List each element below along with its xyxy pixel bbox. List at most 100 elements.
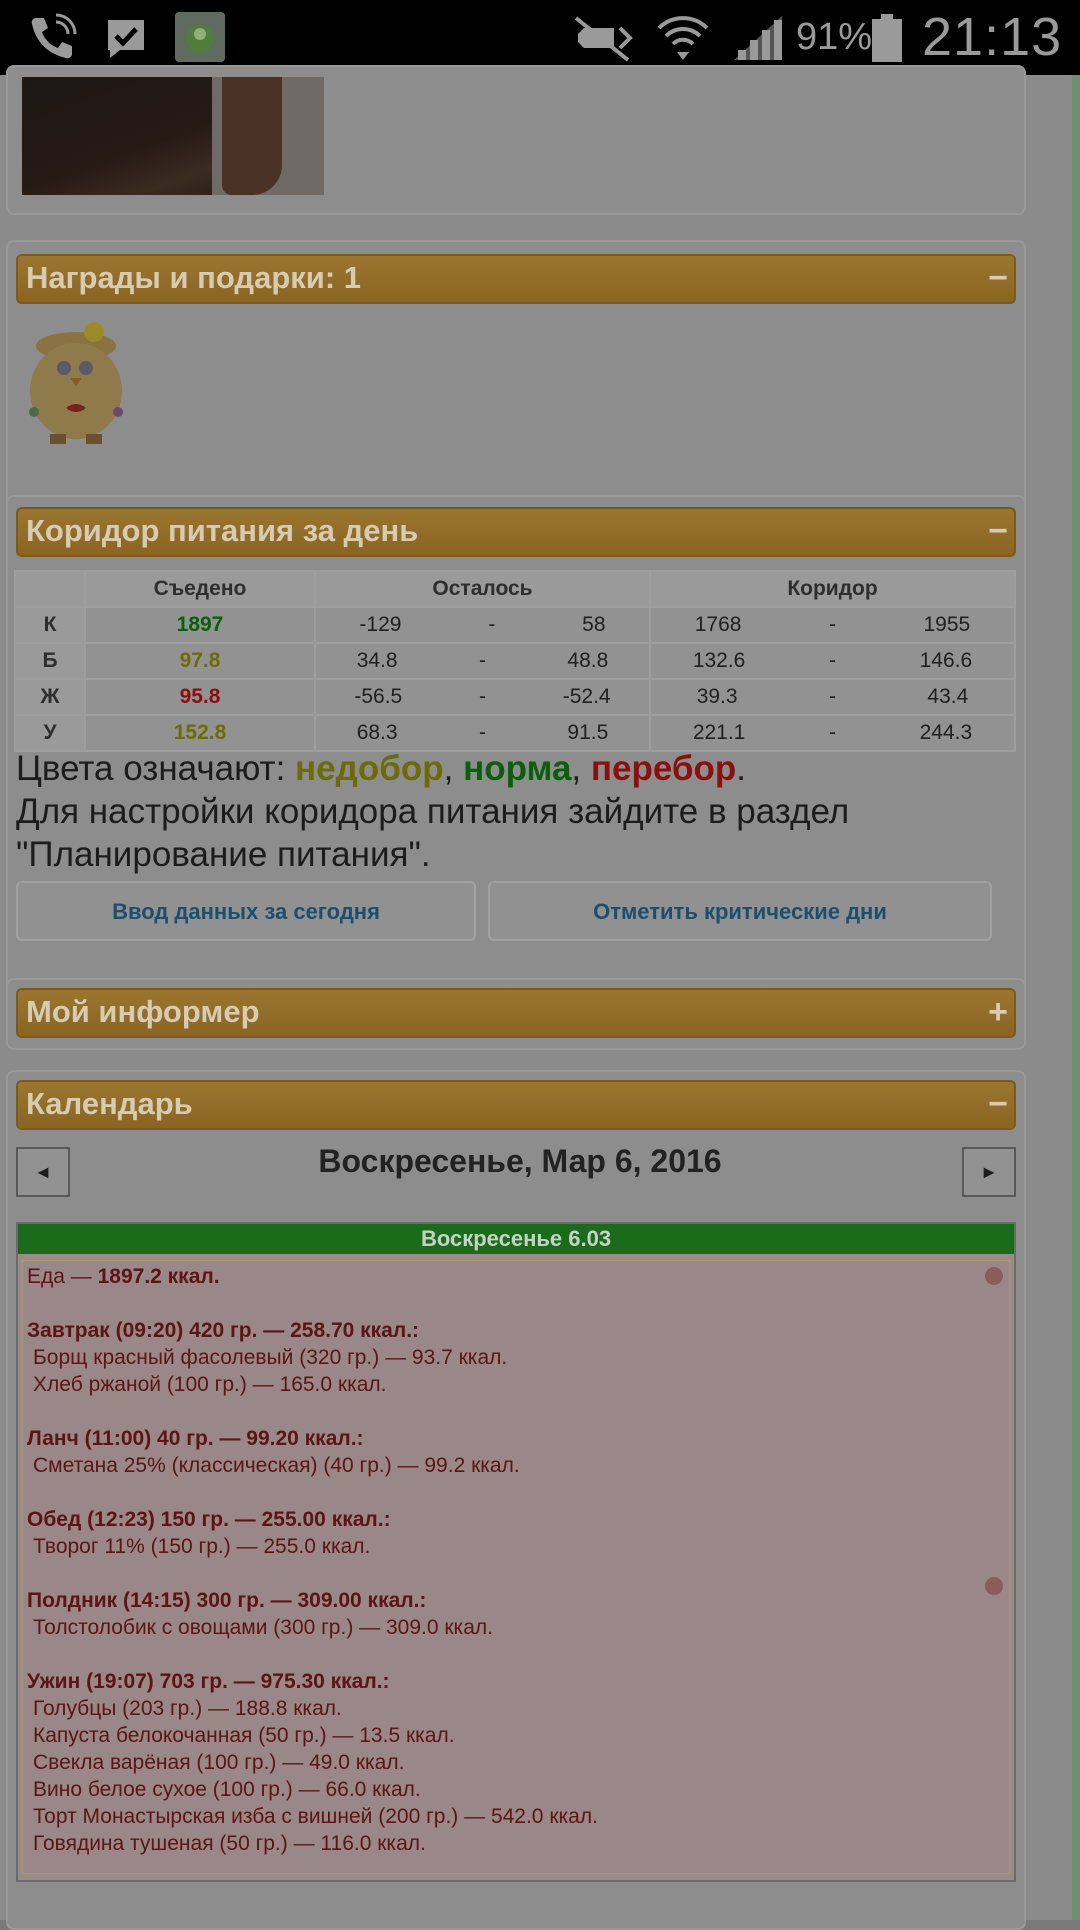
meal-title[interactable]: Полдник (14:15) 300 гр. — 309.00 ккал.:	[27, 1587, 1005, 1614]
meal-title[interactable]: Обед (12:23) 150 гр. — 255.00 ккал.:	[27, 1506, 1005, 1533]
battery-percent: 91%	[796, 16, 873, 58]
legend-comma: ,	[571, 749, 591, 788]
collapse-toggle[interactable]: −	[988, 1082, 1008, 1126]
range-dash: -	[479, 685, 486, 708]
eaten-value: 152.8	[84, 714, 316, 752]
table-row: Ж 95.8 -56.5 - -52.4 39.3 - 43.4	[14, 678, 1016, 716]
apple-icon[interactable]	[985, 1267, 1003, 1285]
food-total-line: Еда — 1897.2 ккал.	[27, 1263, 1005, 1290]
food-item: Капуста белокочанная (50 гр.) — 13.5 кка…	[33, 1724, 455, 1747]
award-gift-icon[interactable]	[16, 316, 138, 453]
eaten-value: 95.8	[84, 678, 316, 716]
mark-critical-days-button[interactable]: Отметить критические дни	[488, 881, 992, 941]
corridor-range: 221.1 - 244.3	[649, 714, 1016, 752]
table-header-corridor: Коридор	[649, 570, 1016, 608]
left-min: 34.8	[356, 649, 398, 672]
informer-title: Мой информер	[26, 994, 260, 1029]
left-max: 48.8	[567, 649, 609, 672]
left-max: 91.5	[567, 721, 609, 744]
mute-icon	[570, 12, 636, 69]
status-bar: 91% 21:13	[0, 0, 1080, 75]
range-dash: -	[829, 721, 836, 744]
meal-title[interactable]: Завтрак (09:20) 420 гр. — 258.70 ккал.:	[27, 1317, 1005, 1344]
left-range: -56.5 - -52.4	[314, 678, 651, 716]
left-min: -56.5	[354, 685, 403, 708]
scroll-strip	[1072, 75, 1080, 1920]
meal-title[interactable]: Ужин (19:07) 703 гр. — 975.30 ккал.:	[27, 1668, 1005, 1695]
awards-header[interactable]: Награды и подарки: 1 −	[16, 254, 1016, 304]
table-header-eaten: Съедено	[84, 570, 316, 608]
awards-title: Награды и подарки: 1	[26, 260, 362, 295]
left-max: 58	[582, 613, 606, 636]
corridor-min: 39.3	[696, 685, 738, 708]
range-dash: -	[828, 613, 836, 636]
legend-comma: ,	[443, 749, 464, 788]
corridor-range: 39.3 - 43.4	[649, 678, 1016, 716]
food-item: Торт Монастырская изба с вишней (200 гр.…	[33, 1805, 598, 1828]
row-label: Б	[14, 642, 86, 680]
expand-toggle[interactable]: +	[988, 990, 1008, 1034]
calendar-header[interactable]: Календарь −	[16, 1080, 1016, 1130]
left-max: -52.4	[562, 685, 611, 708]
corridor-header[interactable]: Коридор питания за день −	[16, 507, 1016, 557]
informer-panel: Мой информер +	[6, 978, 1026, 1050]
input-today-button[interactable]: Ввод данных за сегодня	[16, 881, 476, 941]
table-row: У 152.8 68.3 - 91.5 221.1 - 244.3	[14, 714, 1016, 752]
row-label: К	[14, 606, 86, 644]
corridor-min: 221.1	[692, 721, 746, 744]
corridor-min: 1768	[694, 613, 742, 636]
range-dash: -	[488, 613, 496, 636]
food-item: Говядина тушеная (50 гр.) — 116.0 ккал.	[33, 1832, 426, 1855]
corridor-min: 132.6	[692, 649, 746, 672]
nutrition-table: Съедено Осталось Коридор К 1897 -129 - 58 176…	[14, 570, 1016, 752]
left-range: -129 - 58	[314, 606, 651, 644]
eaten-value: 97.8	[84, 642, 316, 680]
collapse-toggle[interactable]: −	[988, 256, 1008, 300]
row-label: Ж	[14, 678, 86, 716]
corridor-max: 1955	[923, 613, 971, 636]
table-row: Б 97.8 34.8 - 48.8 132.6 - 146.6	[14, 642, 1016, 680]
food-item: Творог 11% (150 гр.) — 255.0 ккал.	[33, 1535, 371, 1558]
corridor-range: 1768 - 1955	[649, 606, 1016, 644]
table-header-blank	[14, 570, 86, 608]
check-icon	[100, 12, 152, 69]
corridor-range: 132.6 - 146.6	[649, 642, 1016, 680]
legend-prefix: Цвета означают:	[16, 749, 296, 788]
legend-under: недобор	[295, 749, 444, 788]
next-day-button[interactable]: ►	[962, 1147, 1016, 1197]
calendar-date: Воскресенье, Мар 6, 2016	[318, 1143, 722, 1179]
food-prefix: Еда —	[27, 1265, 98, 1288]
day-summary: Воскресенье 6.03 Еда — 1897.2 ккал. Завт…	[16, 1222, 1016, 1882]
clock: 21:13	[922, 7, 1063, 67]
left-range: 68.3 - 91.5	[314, 714, 651, 752]
legend-text: Цвета означают: недобор, норма, перебор.…	[16, 747, 1006, 876]
prev-day-button[interactable]: ◄	[16, 1147, 70, 1197]
corridor-max: 244.3	[919, 721, 973, 744]
avatar[interactable]	[22, 77, 324, 195]
row-label: У	[14, 714, 86, 752]
wifi-icon	[655, 12, 711, 69]
legend-over: перебор	[590, 749, 737, 788]
battery-icon	[872, 14, 902, 62]
legend-norm: норма	[463, 749, 572, 788]
food-item: Хлеб ржаной (100 гр.) — 165.0 ккал.	[33, 1373, 387, 1396]
page: Награды и подарки: 1 − Коридор питания з…	[0, 65, 1080, 1930]
collapse-toggle[interactable]: −	[988, 509, 1008, 553]
corridor-max: 43.4	[927, 685, 969, 708]
avatar-hair	[222, 77, 282, 195]
phone-icon	[26, 12, 78, 69]
apple-icon[interactable]	[985, 1577, 1003, 1595]
range-dash: -	[478, 649, 486, 672]
range-dash: -	[478, 721, 486, 744]
corridor-title: Коридор питания за день	[26, 513, 419, 548]
profile-panel	[6, 65, 1026, 215]
informer-header[interactable]: Мой информер +	[16, 988, 1016, 1038]
food-item: Голубцы (203 гр.) — 188.8 ккал.	[33, 1697, 342, 1720]
food-item: Вино белое сухое (100 гр.) — 66.0 ккал.	[33, 1778, 421, 1801]
table-row: К 1897 -129 - 58 1768 - 1955	[14, 606, 1016, 644]
meal-title[interactable]: Ланч (11:00) 40 гр. — 99.20 ккал.:	[27, 1425, 1005, 1452]
table-header-left: Осталось	[314, 570, 651, 608]
